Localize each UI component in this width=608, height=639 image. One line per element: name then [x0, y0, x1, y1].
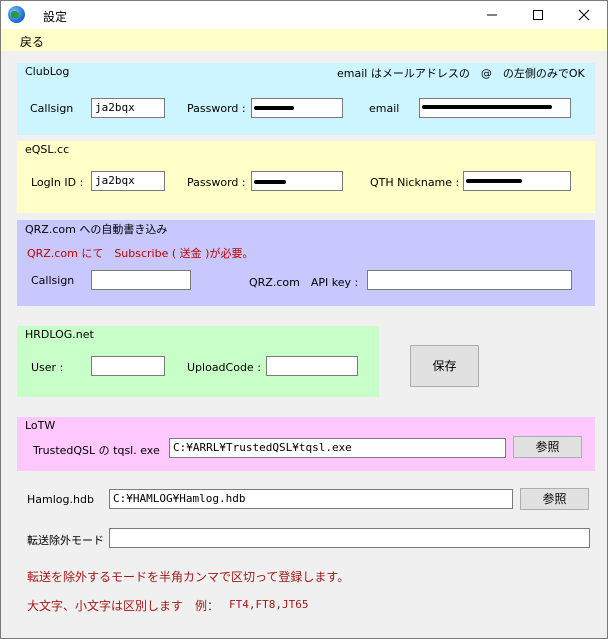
clublog-password-input[interactable] — [251, 98, 343, 118]
qrz-title: QRZ.com への自動書き込み — [25, 223, 168, 236]
qrz-apikey-input[interactable] — [367, 270, 572, 290]
redaction-mark — [254, 106, 294, 110]
lotw-browse-button[interactable]: 参照 — [513, 436, 582, 458]
eqsl-title: eQSL.cc — [25, 143, 70, 156]
eqsl-login-label: LogIn ID : — [31, 176, 84, 189]
settings-window: 設定 戻る ClubLog email はメールアドレスの @ の左側のみでOK… — [0, 0, 608, 639]
close-icon — [578, 9, 590, 21]
lotw-tqsl-path-input[interactable]: C:¥ARRL¥TrustedQSL¥tqsl.exe — [169, 438, 506, 458]
hrdlog-title: HRDLOG.net — [25, 328, 94, 341]
clublog-password-label: Password : — [187, 102, 246, 115]
hamlog-label: Hamlog.hdb — [27, 493, 94, 506]
eqsl-qth-input[interactable] — [463, 171, 571, 191]
lotw-title: LoTW — [25, 419, 56, 432]
clublog-email-note: email はメールアドレスの @ の左側のみでOK — [337, 67, 585, 80]
clublog-email-label: email — [369, 102, 400, 115]
hamlog-browse-button[interactable]: 参照 — [520, 488, 589, 510]
lotw-panel: LoTW TrustedQSL の tqsl. exe C:¥ARRL¥Trus… — [17, 417, 595, 471]
redaction-mark — [254, 180, 286, 184]
qrz-apikey-label: QRZ.com API key : — [249, 276, 359, 289]
eqsl-password-input[interactable] — [251, 171, 343, 191]
exclude-case-note: 大文字、小文字は区別します 例： — [27, 599, 220, 613]
qrz-callsign-input[interactable] — [91, 270, 191, 290]
menu-bar: 戻る — [1, 29, 607, 51]
hrdlog-uploadcode-input[interactable] — [266, 356, 358, 376]
clublog-title: ClubLog — [25, 65, 70, 78]
minimize-icon — [487, 14, 497, 16]
eqsl-password-label: Password : — [187, 176, 246, 189]
save-button[interactable]: 保存 — [410, 345, 479, 387]
redaction-mark — [422, 105, 552, 109]
exclude-mode-input[interactable] — [109, 528, 590, 548]
hrdlog-panel: HRDLOG.net User : UploadCode : — [17, 326, 379, 397]
clublog-callsign-label: Callsign — [30, 102, 74, 115]
clublog-email-input[interactable] — [419, 98, 571, 118]
minimize-button[interactable] — [469, 1, 515, 29]
exclude-example: FT4,FT8,JT65 — [229, 598, 309, 611]
clublog-callsign-input[interactable]: ja2bqx — [91, 98, 165, 118]
eqsl-qth-label: QTH Nickname : — [370, 176, 460, 189]
maximize-button[interactable] — [515, 1, 561, 29]
qrz-subscribe-notice: QRZ.com にて Subscribe ( 送金 )が必要。 — [27, 247, 254, 260]
globe-icon — [8, 6, 25, 23]
hrdlog-uploadcode-label: UploadCode : — [187, 361, 261, 374]
exclude-mode-label: 転送除外モード — [27, 534, 104, 547]
redaction-mark — [466, 179, 522, 183]
window-title: 設定 — [43, 10, 68, 24]
hamlog-path-input[interactable]: C:¥HAMLOG¥Hamlog.hdb — [109, 489, 513, 509]
lotw-tqsl-label: TrustedQSL の tqsl. exe — [33, 444, 160, 457]
eqsl-login-input[interactable]: ja2bqx — [91, 171, 165, 191]
qrz-panel: QRZ.com への自動書き込み QRZ.com にて Subscribe ( … — [17, 220, 595, 306]
title-bar[interactable]: 設定 — [1, 1, 607, 29]
clublog-panel: ClubLog email はメールアドレスの @ の左側のみでOK Calls… — [17, 63, 595, 135]
hrdlog-user-label: User : — [31, 361, 64, 374]
hrdlog-user-input[interactable] — [91, 356, 165, 376]
close-button[interactable] — [561, 1, 607, 29]
exclude-help-text: 転送を除外するモードを半角カンマで区切って登録します。 — [27, 570, 350, 584]
maximize-icon — [533, 10, 543, 20]
qrz-callsign-label: Callsign — [31, 274, 75, 287]
menu-back[interactable]: 戻る — [20, 33, 44, 50]
eqsl-panel: eQSL.cc LogIn ID : ja2bqx Password : QTH… — [17, 141, 595, 213]
